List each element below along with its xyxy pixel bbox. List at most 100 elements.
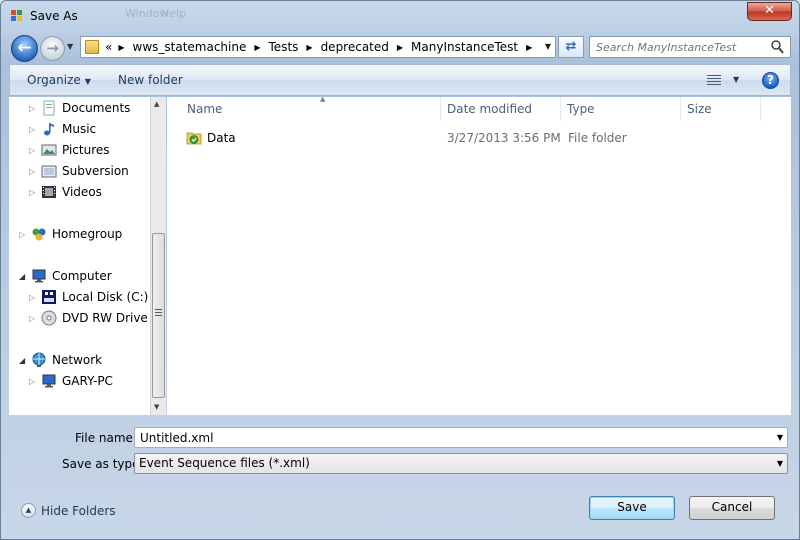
view-dropdown[interactable]: ▼ <box>733 75 739 84</box>
address-dropdown[interactable]: ▼ <box>545 42 551 51</box>
subversion-icon <box>41 165 57 178</box>
breadcrumb-overflow[interactable]: « <box>105 40 112 54</box>
save-button[interactable]: Save <box>589 496 675 520</box>
breadcrumb-item[interactable]: wws_statemachine <box>133 40 247 54</box>
dvd-drive-icon <box>41 310 57 326</box>
expand-icon[interactable]: ▷ <box>29 188 39 197</box>
grip-icon <box>155 309 162 318</box>
expand-icon[interactable]: ▷ <box>29 314 39 323</box>
nav-item-network[interactable]: ◢ Network <box>19 350 102 370</box>
expand-icon[interactable]: ▷ <box>29 125 39 134</box>
chevron-right-icon[interactable]: ▶ <box>118 43 124 52</box>
nav-item-videos[interactable]: ▷ Videos <box>29 182 102 202</box>
nav-item-dvd-drive[interactable]: ▷ DVD RW Drive (D <box>29 308 166 328</box>
file-name-label: File name: <box>75 431 137 445</box>
chevron-right-icon[interactable]: ▶ <box>397 43 403 52</box>
local-disk-icon <box>42 290 56 304</box>
help-icon[interactable]: ? <box>762 72 779 89</box>
column-header-date-modified[interactable]: Date modified <box>441 97 561 121</box>
chevron-down-icon[interactable]: ▼ <box>777 459 783 468</box>
music-icon <box>44 123 54 136</box>
organize-label: Organize <box>27 73 81 87</box>
save-type-label: Save as type: <box>62 457 144 471</box>
file-type: File folder <box>568 131 627 145</box>
nav-item-label: Computer <box>52 269 112 283</box>
expand-icon[interactable]: ▷ <box>29 146 39 155</box>
expand-icon[interactable]: ▷ <box>29 377 39 386</box>
close-button[interactable]: ✕ <box>747 2 792 21</box>
nav-item-documents[interactable]: ▷ Documents <box>29 98 130 118</box>
forward-button[interactable]: → <box>40 36 65 61</box>
file-name-field[interactable] <box>140 430 740 445</box>
recent-pages-dropdown[interactable]: ▼ <box>67 42 73 51</box>
nav-scrollbar[interactable]: ▲ ▼ <box>150 97 166 415</box>
breadcrumb-item[interactable]: ManyInstanceTest <box>411 40 518 54</box>
sort-ascending-icon: ▲ <box>320 95 326 103</box>
navigation-pane: ▷ Documents ▷ Music ▷ Pictures ▷ Subvers… <box>9 97 166 415</box>
nav-item-homegroup[interactable]: ▷ Homegroup <box>19 224 122 244</box>
arrow-right-icon: → <box>46 39 59 57</box>
scroll-down-icon[interactable]: ▼ <box>154 403 159 411</box>
nav-item-pictures[interactable]: ▷ Pictures <box>29 140 110 160</box>
file-name-combo[interactable]: ▼ <box>134 427 788 448</box>
nav-item-label: Homegroup <box>52 227 123 241</box>
hide-folders-label: Hide Folders <box>41 503 116 518</box>
refresh-button[interactable]: ⇄ <box>558 36 584 58</box>
chevron-right-icon[interactable]: ▶ <box>254 43 260 52</box>
hide-folders-button[interactable]: ▲ Hide Folders <box>21 503 116 518</box>
chevron-right-icon[interactable]: ▶ <box>306 43 312 52</box>
breadcrumb-item[interactable]: Tests <box>269 40 299 54</box>
chevron-down-icon[interactable]: ▼ <box>777 433 783 442</box>
file-row[interactable]: Data 3/27/2013 3:56 PM File folder <box>181 128 781 148</box>
file-list: ▲ Name Date modified Type Size Data 3/27… <box>167 95 791 415</box>
scrollbar-thumb[interactable] <box>152 233 165 398</box>
nav-item-label: GARY-PC <box>62 374 113 388</box>
view-options-icon[interactable] <box>707 75 721 86</box>
organize-button[interactable]: Organize ▼ <box>27 73 91 87</box>
save-type-select[interactable]: Event Sequence files (*.xml) ▼ <box>134 453 788 474</box>
expand-icon[interactable]: ▷ <box>19 230 29 239</box>
new-folder-button[interactable]: New folder <box>118 73 183 87</box>
network-icon <box>32 352 46 367</box>
column-header-name[interactable]: ▲ Name <box>181 95 441 121</box>
cancel-button[interactable]: Cancel <box>689 496 775 520</box>
window-title: Save As <box>30 9 78 23</box>
nav-item-music[interactable]: ▷ Music <box>29 119 96 139</box>
nav-item-computer[interactable]: ◢ Computer <box>19 266 112 286</box>
save-type-value: Event Sequence files (*.xml) <box>139 456 310 470</box>
column-header-size[interactable]: Size <box>681 97 761 121</box>
column-header-type[interactable]: Type <box>561 97 681 121</box>
save-as-dialog: Save As Window Help ✕ ← → ▼ « ▶ wws_stat… <box>0 0 800 540</box>
pc-icon <box>42 374 56 388</box>
breadcrumb-item[interactable]: deprecated <box>321 40 389 54</box>
file-name: Data <box>207 131 236 145</box>
nav-item-subversion[interactable]: ▷ Subversion <box>29 161 129 181</box>
nav-item-label: Subversion <box>62 164 129 178</box>
nav-item-label: Documents <box>62 101 131 115</box>
search-box[interactable] <box>589 36 791 58</box>
save-form: File name: ▼ Save as type: Event Sequenc… <box>9 415 791 535</box>
videos-icon <box>42 186 56 198</box>
scroll-up-icon[interactable]: ▲ <box>154 100 159 108</box>
back-button[interactable]: ← <box>11 35 38 62</box>
command-toolbar: Organize ▼ New folder ▼ ? <box>9 64 791 96</box>
nav-item-gary-pc[interactable]: ▷ GARY-PC <box>29 371 113 391</box>
background-window-text: Help <box>161 7 187 20</box>
folder-icon <box>85 40 99 54</box>
chevron-right-icon[interactable]: ▶ <box>526 43 532 52</box>
nav-item-local-disk[interactable]: ▷ Local Disk (C:) <box>29 287 148 307</box>
expand-icon[interactable]: ▷ <box>29 167 39 176</box>
expand-icon[interactable]: ▷ <box>29 293 39 302</box>
title-bar: Save As Window Help ✕ <box>1 1 799 31</box>
collapse-icon[interactable]: ◢ <box>19 356 29 365</box>
search-input[interactable] <box>596 40 766 55</box>
chevron-up-icon: ▲ <box>21 503 36 518</box>
address-bar[interactable]: « ▶ wws_statemachine ▶ Tests ▶ deprecate… <box>80 36 556 58</box>
close-icon: ✕ <box>764 3 775 18</box>
collapse-icon[interactable]: ◢ <box>19 272 29 281</box>
homegroup-icon <box>32 228 46 241</box>
chevron-down-icon: ▼ <box>84 77 91 86</box>
expand-icon[interactable]: ▷ <box>29 104 39 113</box>
arrow-left-icon: ← <box>17 38 32 58</box>
search-icon[interactable] <box>771 40 784 54</box>
